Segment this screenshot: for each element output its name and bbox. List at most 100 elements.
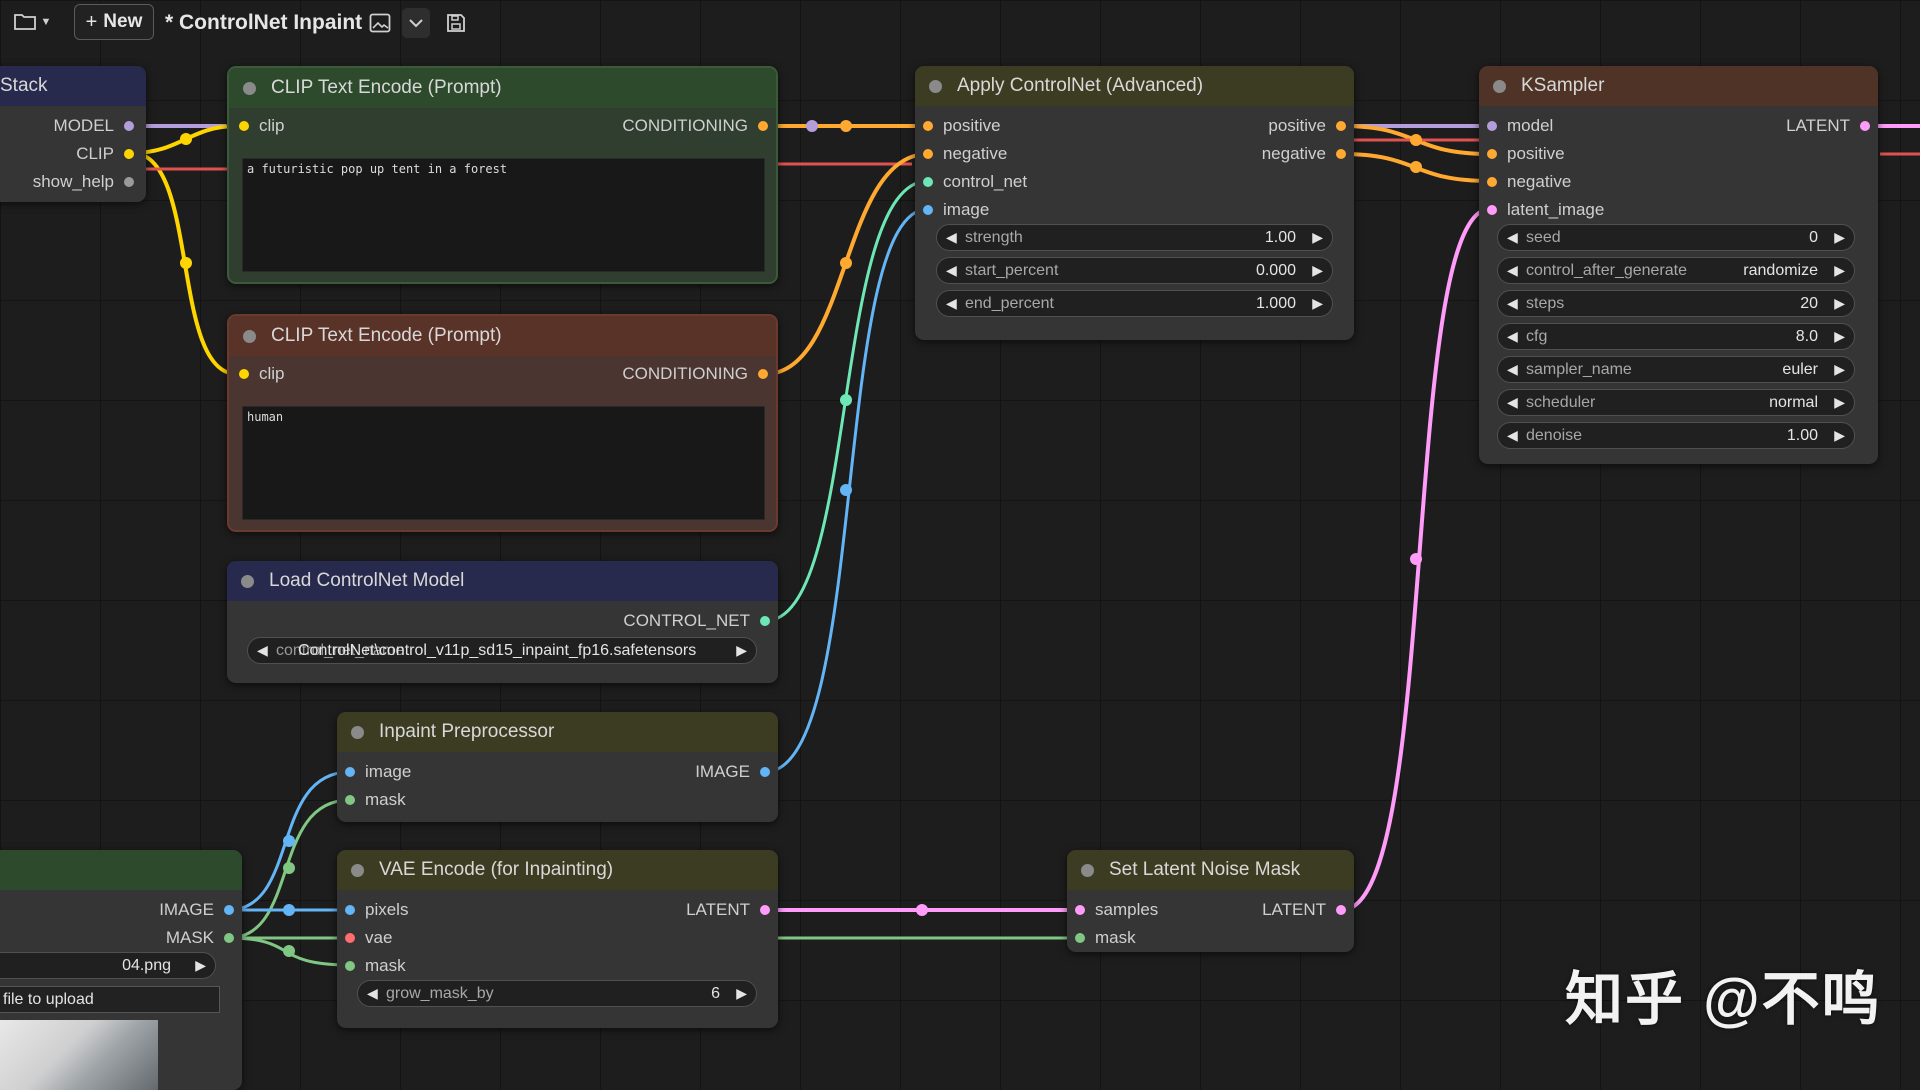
image-icon[interactable] xyxy=(367,10,393,36)
arrow-left-icon[interactable]: ◀ xyxy=(946,295,957,312)
arrow-left-icon[interactable]: ◀ xyxy=(367,985,378,1002)
node-load-controlnet-model[interactable]: Load ControlNet Model CONTROL_NET ◀ cont… xyxy=(227,561,778,683)
arrow-left-icon[interactable]: ◀ xyxy=(257,642,268,659)
collapse-dot[interactable] xyxy=(351,863,364,877)
node-title[interactable]: Stack xyxy=(0,66,146,106)
node-inpaint-preprocessor[interactable]: Inpaint Preprocessor image mask IMAGE xyxy=(337,712,778,822)
arrow-right-icon[interactable]: ▶ xyxy=(1834,295,1845,312)
arrow-left-icon[interactable]: ◀ xyxy=(1507,328,1518,345)
start-percent-stepper[interactable]: ◀ start_percent 0.000 ▶ xyxy=(936,257,1333,284)
input-mask[interactable]: mask xyxy=(345,790,406,810)
arrow-left-icon[interactable]: ◀ xyxy=(1507,229,1518,246)
sampler-name-combo[interactable]: ◀ sampler_name euler ▶ xyxy=(1497,356,1855,383)
arrow-right-icon[interactable]: ▶ xyxy=(1834,262,1845,279)
new-workflow-button[interactable]: + New xyxy=(74,4,154,40)
input-vae[interactable]: vae xyxy=(345,928,392,948)
upload-button[interactable]: file to upload xyxy=(0,986,220,1013)
scheduler-combo[interactable]: ◀ scheduler normal ▶ xyxy=(1497,389,1855,416)
chevron-down-icon[interactable] xyxy=(402,8,430,38)
output-show-help[interactable]: show_help xyxy=(33,172,134,192)
steps-stepper[interactable]: ◀ steps 20 ▶ xyxy=(1497,290,1855,317)
input-latent-image[interactable]: latent_image xyxy=(1487,200,1604,220)
output-conditioning[interactable]: CONDITIONING xyxy=(622,364,768,384)
input-control-net[interactable]: control_net xyxy=(923,172,1027,192)
control-after-generate-combo[interactable]: ◀ control_after_generate randomize ▶ xyxy=(1497,257,1855,284)
output-latent[interactable]: LATENT xyxy=(686,900,770,920)
arrow-right-icon[interactable]: ▶ xyxy=(1834,361,1845,378)
arrow-left-icon[interactable]: ◀ xyxy=(1507,394,1518,411)
node-title[interactable]: CLIP Text Encode (Prompt) xyxy=(229,316,776,356)
node-title[interactable]: Load ControlNet Model xyxy=(227,561,778,601)
seed-stepper[interactable]: ◀ seed 0 ▶ xyxy=(1497,224,1855,251)
collapse-dot[interactable] xyxy=(351,725,364,739)
node-title[interactable]: Inpaint Preprocessor xyxy=(337,712,778,752)
arrow-right-icon[interactable]: ▶ xyxy=(1834,394,1845,411)
node-load-image[interactable]: IMAGE MASK 04.png ▶ file to upload xyxy=(0,850,242,1090)
input-pixels[interactable]: pixels xyxy=(345,900,408,920)
output-positive[interactable]: positive xyxy=(1268,116,1346,136)
output-model[interactable]: MODEL xyxy=(54,116,134,136)
input-negative[interactable]: negative xyxy=(1487,172,1571,192)
output-image[interactable]: IMAGE xyxy=(695,762,770,782)
input-image[interactable]: image xyxy=(345,762,411,782)
arrow-right-icon[interactable]: ▶ xyxy=(1834,328,1845,345)
input-positive[interactable]: positive xyxy=(1487,144,1565,164)
input-mask[interactable]: mask xyxy=(1075,928,1136,948)
save-icon[interactable] xyxy=(443,10,469,36)
arrow-right-icon[interactable]: ▶ xyxy=(1834,427,1845,444)
input-clip[interactable]: clip xyxy=(239,364,285,384)
input-negative[interactable]: negative xyxy=(923,144,1007,164)
prompt-textarea[interactable]: a futuristic pop up tent in a forest xyxy=(242,158,765,272)
output-image[interactable]: IMAGE xyxy=(159,900,234,920)
node-set-latent-noise-mask[interactable]: Set Latent Noise Mask samples mask LATEN… xyxy=(1067,850,1354,952)
arrow-left-icon[interactable]: ◀ xyxy=(1507,427,1518,444)
collapse-dot[interactable] xyxy=(929,79,942,93)
input-positive[interactable]: positive xyxy=(923,116,1001,136)
arrow-left-icon[interactable]: ◀ xyxy=(1507,295,1518,312)
arrow-left-icon[interactable]: ◀ xyxy=(946,262,957,279)
node-ksampler[interactable]: KSampler model positive negative latent_… xyxy=(1479,66,1878,464)
node-title[interactable] xyxy=(0,850,242,890)
arrow-right-icon[interactable]: ▶ xyxy=(195,957,206,974)
arrow-right-icon[interactable]: ▶ xyxy=(1312,229,1323,246)
arrow-left-icon[interactable]: ◀ xyxy=(946,229,957,246)
output-mask[interactable]: MASK xyxy=(166,928,234,948)
arrow-right-icon[interactable]: ▶ xyxy=(1312,262,1323,279)
cfg-stepper[interactable]: ◀ cfg 8.0 ▶ xyxy=(1497,323,1855,350)
image-filename-combo[interactable]: 04.png ▶ xyxy=(0,952,216,979)
end-percent-stepper[interactable]: ◀ end_percent 1.000 ▶ xyxy=(936,290,1333,317)
input-image[interactable]: image xyxy=(923,200,989,220)
node-title[interactable]: KSampler xyxy=(1479,66,1878,106)
node-title[interactable]: VAE Encode (for Inpainting) xyxy=(337,850,778,890)
output-latent[interactable]: LATENT xyxy=(1786,116,1870,136)
node-title[interactable]: CLIP Text Encode (Prompt) xyxy=(229,68,776,108)
node-vae-encode-inpainting[interactable]: VAE Encode (for Inpainting) pixels vae m… xyxy=(337,850,778,1028)
node-apply-controlnet-advanced[interactable]: Apply ControlNet (Advanced) positive neg… xyxy=(915,66,1354,340)
collapse-dot[interactable] xyxy=(1493,79,1506,93)
collapse-dot[interactable] xyxy=(1081,863,1094,877)
input-model[interactable]: model xyxy=(1487,116,1553,136)
arrow-left-icon[interactable]: ◀ xyxy=(1507,361,1518,378)
output-latent[interactable]: LATENT xyxy=(1262,900,1346,920)
node-title[interactable]: Apply ControlNet (Advanced) xyxy=(915,66,1354,106)
control-net-name-combo[interactable]: ◀ control_net_name ControlNet\control_v1… xyxy=(247,637,757,664)
arrow-right-icon[interactable]: ▶ xyxy=(736,642,747,659)
input-samples[interactable]: samples xyxy=(1075,900,1158,920)
arrow-left-icon[interactable]: ◀ xyxy=(1507,262,1518,279)
output-clip[interactable]: CLIP xyxy=(76,144,134,164)
collapse-dot[interactable] xyxy=(243,329,256,343)
output-control-net[interactable]: CONTROL_NET xyxy=(623,611,770,631)
node-title[interactable]: Set Latent Noise Mask xyxy=(1067,850,1354,890)
node-clip-text-encode-negative[interactable]: CLIP Text Encode (Prompt) clip CONDITION… xyxy=(227,314,778,532)
arrow-right-icon[interactable]: ▶ xyxy=(1312,295,1323,312)
collapse-dot[interactable] xyxy=(243,81,256,95)
output-negative[interactable]: negative xyxy=(1262,144,1346,164)
input-clip[interactable]: clip xyxy=(239,116,285,136)
strength-stepper[interactable]: ◀ strength 1.00 ▶ xyxy=(936,224,1333,251)
grow-mask-by-stepper[interactable]: ◀ grow_mask_by 6 ▶ xyxy=(357,980,757,1007)
prompt-textarea[interactable]: human xyxy=(242,406,765,520)
arrow-right-icon[interactable]: ▶ xyxy=(736,985,747,1002)
denoise-stepper[interactable]: ◀ denoise 1.00 ▶ xyxy=(1497,422,1855,449)
collapse-dot[interactable] xyxy=(241,574,254,588)
node-lora-stack[interactable]: Stack MODEL CLIP show_help xyxy=(0,66,146,202)
